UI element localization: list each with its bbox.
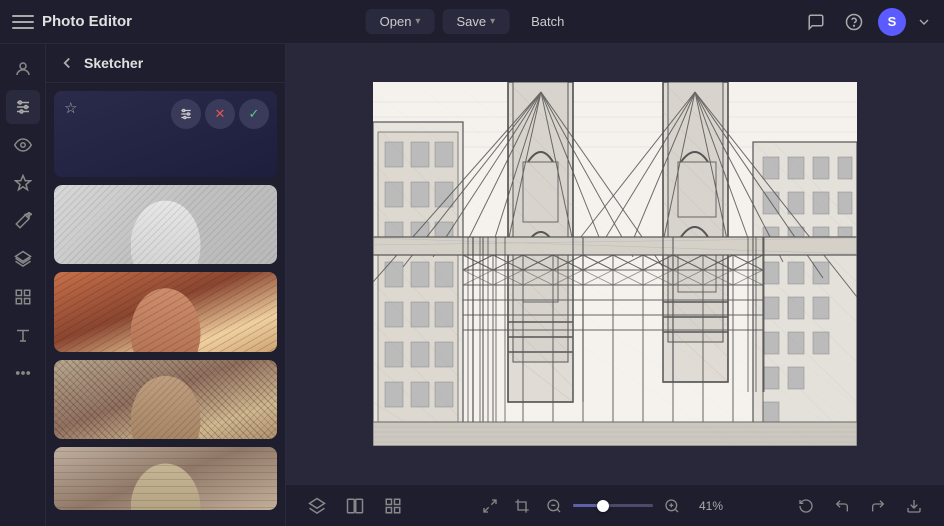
thumb-color-img <box>54 272 277 352</box>
panel-item-sketcher-gfx[interactable]: Sketcher GFX AI <box>54 185 277 265</box>
zoom-out-button[interactable] <box>541 493 567 519</box>
thumb-crosshatch-face <box>131 370 201 440</box>
panel-item-crosshatch[interactable]: Cross Hatch GFX AI <box>54 360 277 440</box>
main-area: Sketcher ☆ ✕ ✓ <box>0 44 944 526</box>
sketcher-panel: Sketcher ☆ ✕ ✓ <box>46 44 286 526</box>
rail-icon-person[interactable] <box>6 52 40 86</box>
zoom-slider-thumb <box>597 500 609 512</box>
confirm-button[interactable]: ✓ <box>239 99 269 129</box>
bottom-left-tools <box>302 491 408 521</box>
save-button[interactable]: Save ▾ <box>442 9 509 34</box>
star-icon[interactable]: ☆ <box>64 99 77 117</box>
thumb-crosshatch-img <box>54 360 277 440</box>
rail-icon-layers[interactable] <box>6 242 40 276</box>
topbar-right: S <box>802 8 932 36</box>
thumb-face <box>131 195 201 265</box>
save-chevron: ▾ <box>490 16 495 27</box>
rail-icon-sliders[interactable] <box>6 90 40 124</box>
redo-button[interactable] <box>864 492 892 520</box>
compare-button[interactable] <box>340 491 370 521</box>
active-item-preview: ☆ ✕ ✓ <box>54 91 277 177</box>
save-label: Save <box>456 14 486 29</box>
open-label: Open <box>380 14 412 29</box>
settings-button[interactable] <box>171 99 201 129</box>
panel-title: Sketcher <box>84 55 143 71</box>
help-icon-button[interactable] <box>840 8 868 36</box>
active-item-controls: ✕ ✓ <box>171 99 269 129</box>
thumb-sketcher-img <box>54 185 277 265</box>
panel-item-thumb-sketcher <box>54 185 277 265</box>
panel-back-button[interactable] <box>58 54 76 72</box>
rail-icon-text[interactable] <box>6 318 40 352</box>
download-button[interactable] <box>900 492 928 520</box>
chat-icon-button[interactable] <box>802 8 830 36</box>
batch-button[interactable]: Batch <box>517 9 578 34</box>
cancel-button[interactable]: ✕ <box>205 99 235 129</box>
bridge-sketch-image <box>373 82 857 446</box>
canvas-image-container <box>373 82 857 446</box>
zoom-percentage: 41% <box>691 499 723 513</box>
fit-to-screen-button[interactable] <box>477 493 503 519</box>
avatar[interactable]: S <box>878 8 906 36</box>
zoom-in-button[interactable] <box>659 493 685 519</box>
panel-header: Sketcher <box>46 44 285 83</box>
panel-item-color-sketch[interactable]: Color Sketch GFX AI <box>54 272 277 352</box>
topbar: Photo Editor Open ▾ Save ▾ Batch S <box>0 0 944 44</box>
rail-icon-effects[interactable] <box>6 166 40 200</box>
undo-button[interactable] <box>828 492 856 520</box>
thumb-partial-face <box>131 457 201 510</box>
menu-icon[interactable] <box>12 11 34 33</box>
rail-icon-wand[interactable] <box>6 204 40 238</box>
zoom-controls: 41% <box>477 493 723 519</box>
rail-icon-cube[interactable] <box>6 280 40 314</box>
grid-button[interactable] <box>378 491 408 521</box>
panel-list: ☆ ✕ ✓ <box>46 83 285 526</box>
thumb-color-face <box>131 282 201 352</box>
rail-icon-eye[interactable] <box>6 128 40 162</box>
panel-item-thumb-color <box>54 272 277 352</box>
app-title: Photo Editor <box>42 13 132 30</box>
layers-toggle-button[interactable] <box>302 491 332 521</box>
zoom-slider[interactable] <box>573 504 653 507</box>
open-chevron: ▾ <box>415 16 420 27</box>
topbar-center-actions: Open ▾ Save ▾ Batch <box>366 9 579 34</box>
rail-icon-more[interactable] <box>6 356 40 390</box>
panel-item-thumb-partial <box>54 447 277 510</box>
restore-button[interactable] <box>792 492 820 520</box>
bottom-toolbar: 41% <box>286 484 944 526</box>
canvas-area: 41% <box>286 44 944 526</box>
canvas-workspace <box>286 44 944 484</box>
expand-button[interactable] <box>916 14 932 30</box>
panel-item-active-sketcher[interactable]: ☆ ✕ ✓ <box>54 91 277 177</box>
panel-item-partial[interactable] <box>54 447 277 510</box>
open-button[interactable]: Open ▾ <box>366 9 435 34</box>
bottom-right-actions <box>792 492 928 520</box>
crop-button[interactable] <box>509 493 535 519</box>
panel-item-thumb-crosshatch <box>54 360 277 440</box>
icon-rail <box>0 44 46 526</box>
